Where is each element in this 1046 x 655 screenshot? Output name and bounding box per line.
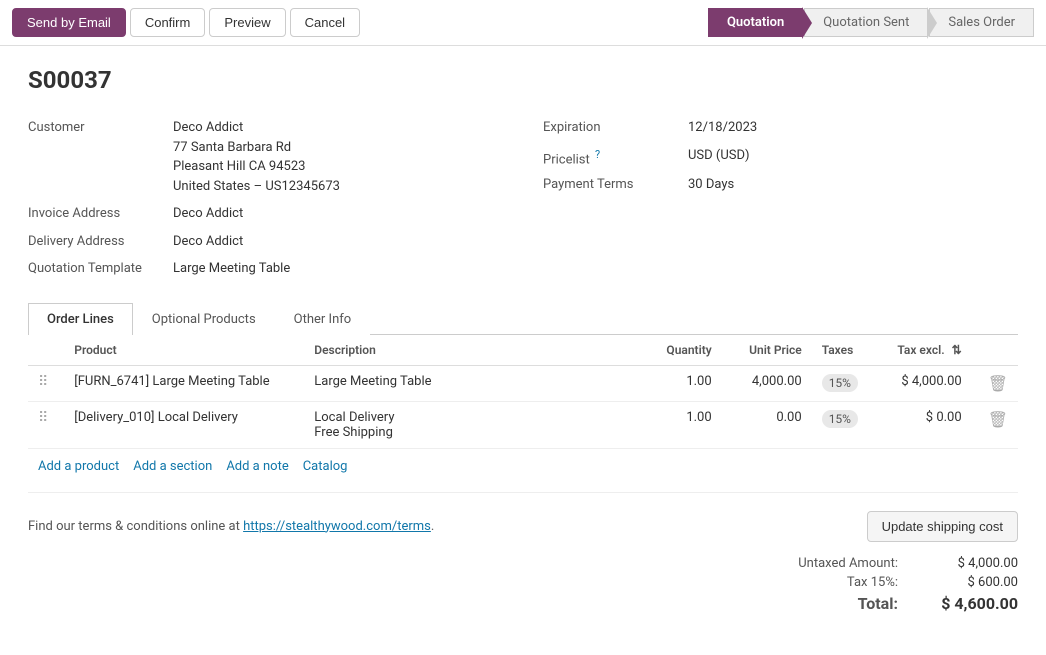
row1-description: Large Meeting Table [304,365,641,401]
tabs: Order Lines Optional Products Other Info [28,303,1018,335]
drag-handle-icon[interactable]: ⠿ [38,410,54,426]
table-row: ⠿ [FURN_6741] Large Meeting Table Large … [28,365,1018,401]
row2-description: Local Delivery Free Shipping [304,401,641,448]
row1-quantity: 1.00 [642,365,722,401]
table-row: ⠿ [Delivery_010] Local Delivery Local De… [28,401,1018,448]
tax-value: $ 600.00 [928,575,1018,590]
order-table: Product Description Quantity Unit Price … [28,335,1018,449]
status-bar: Quotation Quotation Sent Sales Order [708,8,1034,37]
row2-product: [Delivery_010] Local Delivery [64,401,304,448]
expiration-value: 12/18/2023 [688,118,757,138]
main-content: S00037 Customer Deco Addict 77 Santa Bar… [0,46,1046,643]
quotation-template-row: Quotation Template Large Meeting Table [28,255,503,283]
col-header-taxes: Taxes [812,335,882,366]
tab-other-info[interactable]: Other Info [275,303,371,335]
add-note-link[interactable]: Add a note [226,459,288,474]
tab-order-lines[interactable]: Order Lines [28,303,133,335]
status-step-quotation-sent[interactable]: Quotation Sent [804,8,928,37]
toolbar: Send by Email Confirm Preview Cancel Quo… [0,0,1046,46]
tab-optional-products[interactable]: Optional Products [133,303,275,335]
payment-terms-label: Payment Terms [543,175,688,192]
add-section-link[interactable]: Add a section [133,459,212,474]
row1-tax-excl: $ 4,000.00 [882,365,972,401]
form-grid: Customer Deco Addict 77 Santa Barbara Rd… [28,114,1018,283]
confirm-button[interactable]: Confirm [130,8,206,37]
untaxed-label: Untaxed Amount: [778,556,898,571]
invoice-address-value: Deco Addict [173,204,243,224]
update-shipping-button[interactable]: Update shipping cost [867,511,1018,542]
delete-row2-button[interactable]: 🗑 [982,410,1008,429]
expiration-row: Expiration 12/18/2023 [543,114,1018,142]
tax-label: Tax 15%: [778,575,898,590]
add-links-row: Add a product Add a section Add a note C… [28,449,1018,484]
col-header-product: Product [64,335,304,366]
expiration-label: Expiration [543,118,688,135]
invoice-address-label: Invoice Address [28,204,173,221]
pricelist-row: Pricelist ? USD (USD) [543,142,1018,171]
row2-unit-price: 0.00 [722,401,812,448]
row2-quantity: 1.00 [642,401,722,448]
untaxed-value: $ 4,000.00 [928,556,1018,571]
row1-unit-price: 4,000.00 [722,365,812,401]
total-label: Total: [778,594,898,613]
catalog-link[interactable]: Catalog [303,459,348,474]
col-header-unit-price: Unit Price [722,335,812,366]
sort-icon[interactable]: ⇅ [952,343,962,357]
pricelist-value: USD (USD) [688,146,750,166]
customer-row: Customer Deco Addict 77 Santa Barbara Rd… [28,114,503,200]
add-product-link[interactable]: Add a product [38,459,119,474]
drag-handle-icon[interactable]: ⠿ [38,374,54,390]
total-value: $ 4,600.00 [928,594,1018,613]
status-step-quotation[interactable]: Quotation [708,8,803,37]
tax-badge: 15% [822,374,858,392]
cancel-button[interactable]: Cancel [290,8,360,37]
total-row: Total: $ 4,600.00 [738,594,1018,613]
payment-terms-value: 30 Days [688,175,734,195]
footer-section: Find our terms & conditions online at ht… [28,492,1018,623]
quotation-template-label: Quotation Template [28,259,173,276]
payment-terms-row: Payment Terms 30 Days [543,171,1018,199]
untaxed-amount-row: Untaxed Amount: $ 4,000.00 [738,556,1018,571]
totals-section: Update shipping cost Untaxed Amount: $ 4… [738,511,1018,613]
delivery-address-row: Delivery Address Deco Addict [28,228,503,256]
quotation-template-value: Large Meeting Table [173,259,290,279]
customer-value: Deco Addict 77 Santa Barbara Rd Pleasant… [173,118,340,196]
tax-row: Tax 15%: $ 600.00 [738,575,1018,590]
col-header-description: Description [304,335,641,366]
pricelist-help-icon[interactable]: ? [595,148,600,161]
row1-taxes: 15% [812,365,882,401]
col-header-quantity: Quantity [642,335,722,366]
terms-text: Find our terms & conditions online at ht… [28,511,434,534]
customer-label: Customer [28,118,173,135]
row2-taxes: 15% [812,401,882,448]
send-email-button[interactable]: Send by Email [12,8,126,37]
delivery-address-value: Deco Addict [173,232,243,252]
delete-row1-button[interactable]: 🗑 [982,374,1008,393]
terms-link[interactable]: https://stealthywood.com/terms [243,519,431,534]
col-header-tax-excl: Tax excl. ⇅ [882,335,972,366]
invoice-address-row: Invoice Address Deco Addict [28,200,503,228]
row2-tax-excl: $ 0.00 [882,401,972,448]
tax-badge: 15% [822,410,858,428]
row1-product: [FURN_6741] Large Meeting Table [64,365,304,401]
status-step-sales-order[interactable]: Sales Order [929,8,1034,37]
order-number: S00037 [28,66,1018,94]
preview-button[interactable]: Preview [209,8,285,37]
delivery-address-label: Delivery Address [28,232,173,249]
pricelist-label: Pricelist ? [543,146,688,167]
